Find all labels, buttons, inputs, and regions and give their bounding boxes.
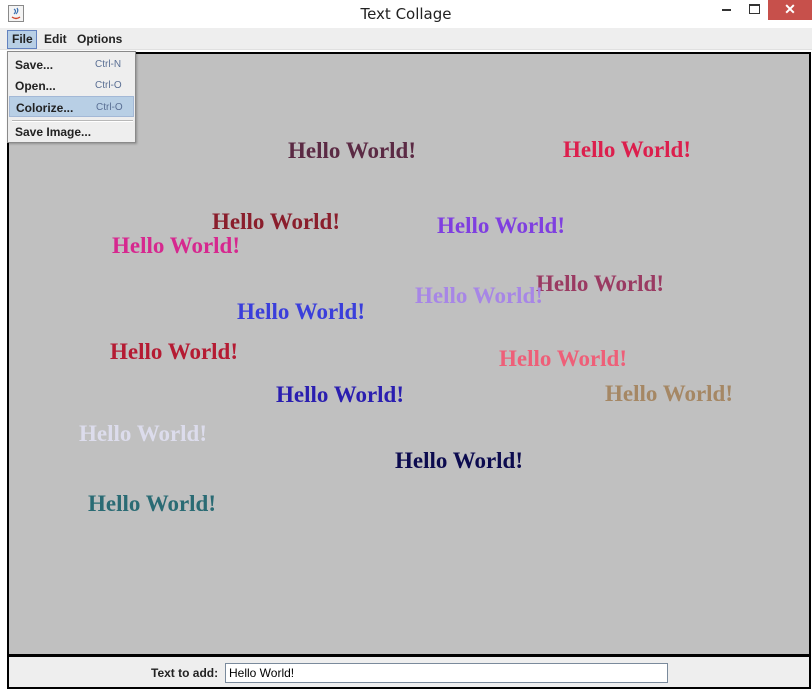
- menu-item-label: Colorize...: [16, 101, 74, 115]
- collage-text-3: Hello World!: [212, 209, 340, 234]
- menu-item-label: Save Image...: [15, 125, 92, 139]
- close-icon: ✕: [784, 1, 796, 17]
- collage-text-2: Hello World!: [563, 137, 691, 162]
- menu-item-shortcut: Ctrl-O: [95, 80, 122, 91]
- file-menu-dropdown: Save... Ctrl-N Open... Ctrl-O Colorize..…: [7, 51, 136, 143]
- collage-text-8: Hello World!: [237, 299, 365, 324]
- minimize-button[interactable]: [712, 0, 740, 20]
- collage-text-13: Hello World!: [79, 421, 207, 446]
- text-to-add-input[interactable]: [225, 663, 668, 683]
- collage-text-7: Hello World!: [415, 283, 543, 308]
- close-button[interactable]: ✕: [768, 0, 812, 20]
- maximize-button[interactable]: [740, 0, 768, 20]
- menu-item-shortcut: Ctrl-N: [95, 59, 122, 70]
- menu-item-label: Open...: [15, 79, 56, 93]
- collage-text-12: Hello World!: [605, 381, 733, 406]
- collage-text-14: Hello World!: [395, 448, 523, 473]
- input-panel: Text to add:: [7, 655, 811, 689]
- menu-item-save[interactable]: Save... Ctrl-N: [9, 54, 134, 75]
- menu-bar: File Edit Options: [0, 28, 812, 50]
- collage-text-9: Hello World!: [110, 339, 238, 364]
- app-window: Text Collage ✕ File Edit Options Hello W…: [0, 0, 812, 691]
- collage-text-5: Hello World!: [112, 233, 240, 258]
- collage-text-15: Hello World!: [88, 491, 216, 516]
- window-title: Text Collage: [360, 5, 452, 23]
- menu-edit[interactable]: Edit: [39, 30, 72, 49]
- menu-item-save-image[interactable]: Save Image...: [9, 121, 134, 142]
- menu-item-shortcut: Ctrl-O: [96, 102, 123, 113]
- menu-options[interactable]: Options: [72, 30, 127, 49]
- menu-item-colorize[interactable]: Colorize... Ctrl-O: [9, 96, 134, 117]
- collage-text-6: Hello World!: [536, 271, 664, 296]
- collage-text-10: Hello World!: [499, 346, 627, 371]
- collage-text-4: Hello World!: [437, 213, 565, 238]
- text-to-add-label: Text to add:: [151, 666, 219, 680]
- menu-file[interactable]: File: [7, 30, 37, 49]
- menu-item-label: Save...: [15, 58, 54, 72]
- collage-text-11: Hello World!: [276, 382, 404, 407]
- title-bar[interactable]: Text Collage ✕: [0, 0, 812, 28]
- collage-text-1: Hello World!: [288, 138, 416, 163]
- menu-item-open[interactable]: Open... Ctrl-O: [9, 75, 134, 96]
